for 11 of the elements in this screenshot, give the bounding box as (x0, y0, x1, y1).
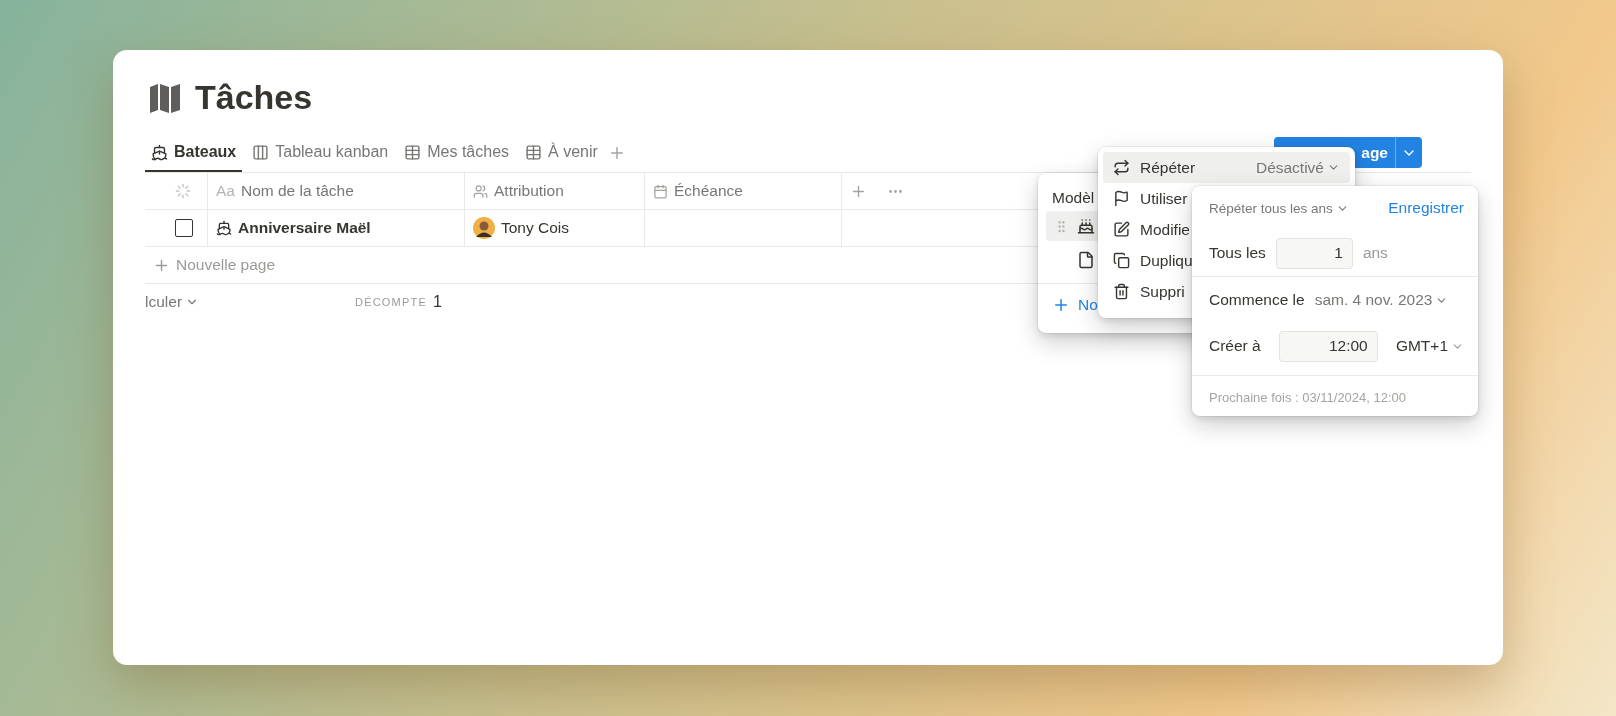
templates-title: Modèl (1052, 189, 1095, 206)
interval-unit: ans (1362, 244, 1388, 262)
time-label: Créer à (1209, 337, 1261, 355)
assignee-name: Tony Cois (501, 219, 570, 237)
count-label: DÉCOMPTE (355, 296, 427, 308)
start-label: Commence le (1209, 291, 1305, 309)
page-title: Tâches (195, 78, 313, 117)
interval-label: Tous les (1209, 244, 1266, 262)
next-occurrence: Prochaine fois : 03/11/2024, 12:00 (1209, 389, 1407, 405)
text-type-label: Aa (216, 182, 235, 200)
count-value: 1 (432, 293, 442, 311)
